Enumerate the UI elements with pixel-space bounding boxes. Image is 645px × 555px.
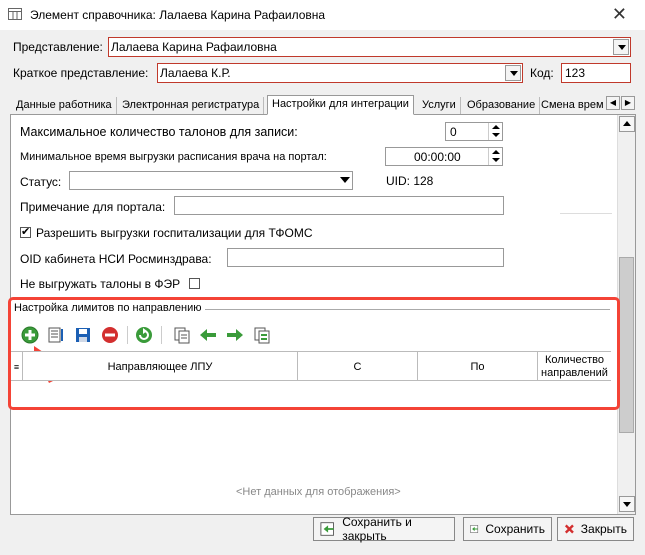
dialog-window: Элемент справочника: Лалаева Карина Рафа… <box>0 0 645 555</box>
table-icon <box>8 8 22 20</box>
tab-scroll-right-icon[interactable]: ▶ <box>621 96 635 110</box>
tab-time-change[interactable]: Смена врем <box>537 97 608 114</box>
uid-text: UID: 128 <box>386 174 434 188</box>
status-label: Статус: <box>20 175 62 189</box>
chevron-down-icon[interactable] <box>505 65 521 81</box>
view-value: Лалаева Карина Рафаиловна <box>111 40 277 54</box>
close-button[interactable]: Закрыть <box>557 517 634 541</box>
short-view-value: Лалаева К.Р. <box>160 66 231 80</box>
allow-export-checkbox[interactable] <box>20 225 31 238</box>
save-label: Сохранить <box>485 522 545 536</box>
close-label: Закрыть <box>580 522 627 536</box>
tab-strip: Данные работника Электронная регистратур… <box>10 95 636 115</box>
close-icon <box>564 524 574 534</box>
short-view-label: Краткое представление: <box>13 66 149 80</box>
min-time-label: Минимальное время выгрузки расписания вр… <box>20 151 327 163</box>
scroll-up-icon[interactable] <box>619 116 635 132</box>
scroll-down-icon[interactable] <box>619 496 635 512</box>
save-icon <box>470 525 479 533</box>
oid-input[interactable] <box>227 248 504 267</box>
code-value: 123 <box>565 66 586 80</box>
chevron-down-icon[interactable] <box>613 39 629 55</box>
view-combobox[interactable]: Лалаева Карина Рафаиловна <box>108 37 631 57</box>
short-view-combobox[interactable]: Лалаева К.Р. <box>157 63 523 83</box>
title-bar: Элемент справочника: Лалаева Карина Рафа… <box>0 0 645 30</box>
tab-integration-settings[interactable]: Настройки для интеграции <box>267 95 414 115</box>
save-and-close-label: Сохранить и закрыть <box>342 515 412 543</box>
no-export-label: Не выгружать талоны в ФЭР <box>20 277 181 291</box>
tab-services[interactable]: Услуги <box>418 97 461 114</box>
tab-electronic-registry[interactable]: Электронная регистратура <box>118 97 265 114</box>
max-tickets-value: 0 <box>450 125 457 139</box>
scroll-thumb[interactable] <box>619 257 634 433</box>
status-combobox[interactable] <box>69 171 353 190</box>
allow-export-label: Разрешить выгрузки госпитализации для ТФ… <box>36 226 313 240</box>
spinner-arrows-icon[interactable] <box>488 148 502 165</box>
portal-note-label: Примечание для портала: <box>20 200 166 214</box>
tab-education[interactable]: Образование <box>463 97 541 114</box>
chevron-down-icon[interactable] <box>340 177 350 183</box>
close-window-icon[interactable]: ✕ <box>612 4 627 25</box>
window-title: Элемент справочника: Лалаева Карина Рафа… <box>30 8 326 22</box>
tab-employee-data[interactable]: Данные работника <box>12 97 117 114</box>
save-and-close-button[interactable]: Сохранить и закрыть <box>313 515 455 543</box>
save-close-icon <box>320 522 334 536</box>
portal-note-input[interactable] <box>174 196 504 215</box>
view-label: Представление: <box>13 40 103 54</box>
max-tickets-spinner[interactable]: 0 <box>445 122 503 141</box>
highlight-box <box>8 297 620 410</box>
max-tickets-label: Максимальное количество талонов для запи… <box>20 125 298 139</box>
min-time-value: 00:00:00 <box>414 150 461 164</box>
tab-scroll-left-icon[interactable]: ◀ <box>606 96 620 110</box>
empty-grid-text: <Нет данных для отображения> <box>236 486 401 498</box>
divider <box>560 213 612 214</box>
min-time-input[interactable]: 00:00:00 <box>385 147 503 166</box>
spinner-arrows-icon[interactable] <box>488 123 502 140</box>
oid-label: OID кабинета НСИ Росминздрава: <box>20 252 212 266</box>
code-input[interactable]: 123 <box>561 63 631 83</box>
no-export-checkbox[interactable] <box>189 278 200 289</box>
save-button[interactable]: Сохранить <box>463 517 552 541</box>
code-label: Код: <box>530 66 554 80</box>
